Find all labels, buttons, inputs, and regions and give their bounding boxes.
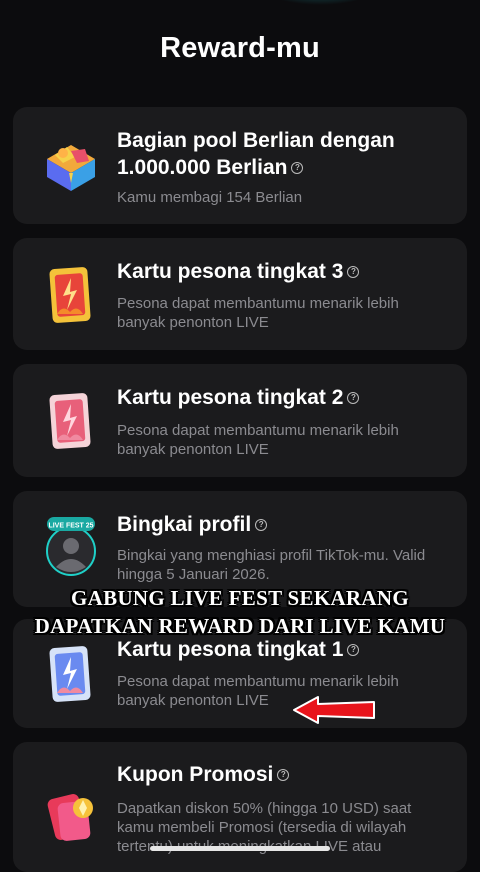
reward-title: Bingkai profil: [117, 513, 252, 536]
profile-frame-icon: LIVE FEST 25: [46, 517, 96, 576]
reward-title: Kartu pesona tingkat 3: [117, 260, 344, 283]
reward-description: Pesona dapat membantumu menarik lebih ba…: [117, 673, 399, 709]
reward-card-promo-coupon[interactable]: Kupon Promosi? Dapatkan diskon 50% (hing…: [13, 742, 467, 872]
gold-charm-card-icon: [49, 267, 91, 323]
blue-charm-card-icon: [49, 646, 91, 702]
help-icon[interactable]: ?: [277, 769, 290, 782]
reward-title: Bagian pool Berlian dengan 1.000.000 Ber…: [117, 129, 395, 179]
reward-description: Pesona dapat membantumu menarik lebih ba…: [117, 422, 399, 458]
reward-card-diamond-pool[interactable]: Bagian pool Berlian dengan 1.000.000 Ber…: [13, 107, 467, 224]
reward-description: Bingkai yang menghiasi profil TikTok-mu.…: [117, 547, 426, 583]
page-title: Reward-mu: [160, 32, 320, 64]
home-indicator[interactable]: [150, 846, 330, 851]
frame-badge-text: LIVE FEST 25: [48, 523, 93, 530]
diamond-chest-icon: [47, 145, 95, 191]
reward-card-charm-3[interactable]: Kartu pesona tingkat 3? Pesona dapat mem…: [13, 238, 467, 350]
reward-title: Kupon Promosi: [117, 763, 274, 786]
help-icon[interactable]: ?: [255, 519, 268, 532]
reward-title: Kartu pesona tingkat 2: [117, 386, 344, 409]
pink-charm-card-icon: [49, 393, 91, 449]
reward-card-charm-2[interactable]: Kartu pesona tingkat 2? Pesona dapat mem…: [13, 364, 467, 477]
help-icon[interactable]: ?: [347, 644, 360, 657]
help-icon[interactable]: ?: [347, 266, 360, 279]
overlay-caption-line2: DAPATKAN REWARD DARI LIVE KAMU: [34, 614, 446, 638]
help-icon[interactable]: ?: [347, 392, 360, 405]
overlay-caption-line1: GABUNG LIVE FEST SEKARANG: [71, 586, 409, 610]
reward-description: Pesona dapat membantumu menarik lebih ba…: [117, 295, 399, 331]
reward-title: Kartu pesona tingkat 1: [117, 638, 344, 661]
reward-description: Kamu membagi 154 Berlian: [117, 189, 303, 206]
red-arrow-icon: [293, 696, 375, 724]
help-icon[interactable]: ?: [291, 162, 304, 175]
promo-coupon-icon: [47, 794, 93, 841]
